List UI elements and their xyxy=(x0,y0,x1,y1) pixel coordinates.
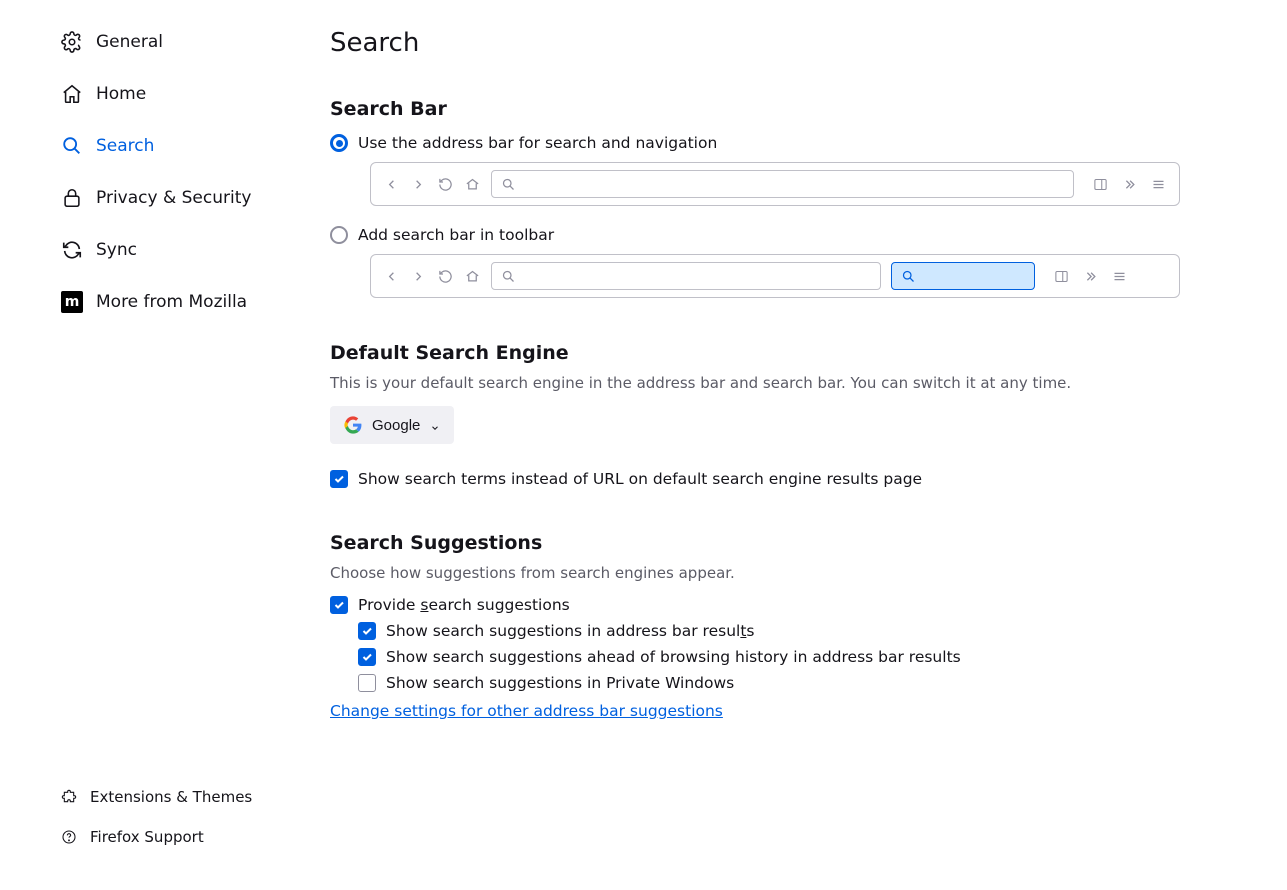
radio-input[interactable] xyxy=(330,134,348,152)
radio-use-address-bar[interactable]: Use the address bar for search and navig… xyxy=(330,134,1180,152)
checkbox-input[interactable] xyxy=(358,674,376,692)
sidebar-item-label: General xyxy=(96,32,163,52)
back-icon xyxy=(383,268,400,285)
section-description: This is your default search engine in th… xyxy=(330,374,1180,392)
search-icon xyxy=(500,268,517,285)
sidebar-icon xyxy=(1092,176,1109,193)
back-icon xyxy=(383,176,400,193)
home-icon xyxy=(464,176,481,193)
checkbox-show-search-terms[interactable]: Show search terms instead of URL on defa… xyxy=(330,470,1180,488)
radio-add-search-bar[interactable]: Add search bar in toolbar xyxy=(330,226,1180,244)
radio-input[interactable] xyxy=(330,226,348,244)
footer-label: Firefox Support xyxy=(90,828,204,846)
sync-icon xyxy=(60,238,84,262)
sidebar-item-more-mozilla[interactable]: m More from Mozilla xyxy=(50,280,320,324)
toolbar-mock-address xyxy=(370,162,1180,206)
sidebar-icon xyxy=(1053,268,1070,285)
help-icon xyxy=(60,828,78,846)
reload-icon xyxy=(437,176,454,193)
section-heading: Default Search Engine xyxy=(330,342,1180,364)
section-search-bar: Search Bar Use the address bar for searc… xyxy=(330,98,1180,298)
puzzle-icon xyxy=(60,788,78,806)
footer-label: Extensions & Themes xyxy=(90,788,252,806)
checkbox-suggestions-ahead-history[interactable]: Show search suggestions ahead of browsin… xyxy=(358,648,1180,666)
google-icon xyxy=(344,416,362,434)
section-heading: Search Bar xyxy=(330,98,1180,120)
menu-icon xyxy=(1150,176,1167,193)
radio-label: Use the address bar for search and navig… xyxy=(358,134,717,152)
sidebar-item-home[interactable]: Home xyxy=(50,72,320,116)
checkbox-suggestions-address-results[interactable]: Show search suggestions in address bar r… xyxy=(358,622,1180,640)
checkbox-provide-suggestions[interactable]: Provide search suggestions xyxy=(330,596,1180,614)
radio-label: Add search bar in toolbar xyxy=(358,226,554,244)
menu-icon xyxy=(1111,268,1128,285)
forward-icon xyxy=(410,176,427,193)
sidebar-item-label: Privacy & Security xyxy=(96,188,251,208)
section-heading: Search Suggestions xyxy=(330,532,1180,554)
search-icon xyxy=(500,176,517,193)
toolbar-mock-searchbar xyxy=(370,254,1180,298)
home-icon xyxy=(464,268,481,285)
checkbox-label: Show search suggestions ahead of browsin… xyxy=(386,648,961,666)
checkbox-label: Show search terms instead of URL on defa… xyxy=(358,470,922,488)
footer-extensions-themes[interactable]: Extensions & Themes xyxy=(50,780,320,814)
forward-icon xyxy=(410,268,427,285)
dropdown-label: Google xyxy=(372,417,420,434)
sidebar-item-label: Search xyxy=(96,136,154,156)
checkbox-input[interactable] xyxy=(358,648,376,666)
sidebar-item-label: Sync xyxy=(96,240,137,260)
footer-firefox-support[interactable]: Firefox Support xyxy=(50,820,320,854)
checkbox-label: Show search suggestions in address bar r… xyxy=(386,622,755,640)
address-bar-mock xyxy=(491,262,881,290)
sidebar-item-general[interactable]: General xyxy=(50,20,320,64)
overflow-icon xyxy=(1121,176,1138,193)
checkbox-label: Provide search suggestions xyxy=(358,596,570,614)
sidebar-item-label: Home xyxy=(96,84,146,104)
overflow-icon xyxy=(1082,268,1099,285)
home-icon xyxy=(60,82,84,106)
link-change-address-bar-settings[interactable]: Change settings for other address bar su… xyxy=(330,702,723,720)
section-search-suggestions: Search Suggestions Choose how suggestion… xyxy=(330,532,1180,720)
chevron-down-icon xyxy=(430,420,440,430)
address-bar-mock xyxy=(491,170,1074,198)
section-default-engine: Default Search Engine This is your defau… xyxy=(330,342,1180,488)
checkbox-input[interactable] xyxy=(330,470,348,488)
checkbox-input[interactable] xyxy=(358,622,376,640)
sidebar-item-sync[interactable]: Sync xyxy=(50,228,320,272)
reload-icon xyxy=(437,268,454,285)
search-icon xyxy=(60,134,84,158)
page-title: Search xyxy=(330,28,1180,58)
sidebar-item-search[interactable]: Search xyxy=(50,124,320,168)
checkbox-label: Show search suggestions in Private Windo… xyxy=(386,674,734,692)
default-engine-dropdown[interactable]: Google xyxy=(330,406,454,444)
sidebar-item-label: More from Mozilla xyxy=(96,292,247,312)
lock-icon xyxy=(60,186,84,210)
search-icon xyxy=(900,268,917,285)
section-description: Choose how suggestions from search engin… xyxy=(330,564,1180,582)
sidebar-item-privacy[interactable]: Privacy & Security xyxy=(50,176,320,220)
checkbox-suggestions-private[interactable]: Show search suggestions in Private Windo… xyxy=(358,674,1180,692)
gear-icon xyxy=(60,30,84,54)
search-bar-mock xyxy=(891,262,1035,290)
checkbox-input[interactable] xyxy=(330,596,348,614)
mozilla-icon: m xyxy=(60,290,84,314)
